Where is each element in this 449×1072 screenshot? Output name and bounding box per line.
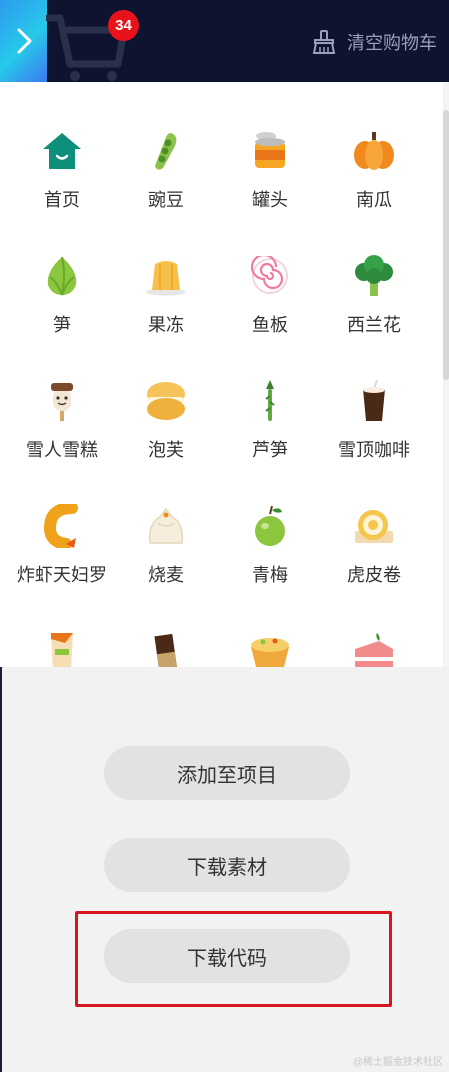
home-icon: [39, 128, 85, 174]
can-icon: [247, 128, 293, 174]
pea-icon: [143, 128, 189, 174]
product-item[interactable]: 泡芙: [114, 378, 218, 503]
product-label: 西兰花: [347, 315, 401, 335]
puff-icon: [143, 378, 189, 424]
chevron-right-icon: [17, 28, 31, 54]
bamboo-shoot-icon: [39, 253, 85, 299]
clear-cart-label: 清空购物车: [347, 33, 437, 53]
product-item[interactable]: [218, 628, 322, 667]
wrap-icon: [39, 628, 85, 667]
highlight-annotation-box: [75, 911, 392, 1007]
product-item[interactable]: 豌豆: [114, 128, 218, 253]
product-item[interactable]: 西兰花: [322, 253, 426, 378]
product-item[interactable]: 雪顶咖啡: [322, 378, 426, 503]
product-item[interactable]: [322, 628, 426, 667]
product-label: 烧麦: [148, 565, 184, 585]
product-label: 果冻: [148, 315, 184, 335]
product-label: 青梅: [252, 565, 288, 585]
product-label: 泡芙: [148, 440, 184, 460]
product-item[interactable]: 笋: [10, 253, 114, 378]
snowman-icecream-icon: [39, 378, 85, 424]
product-label: 鱼板: [252, 315, 288, 335]
product-label: 芦笋: [252, 440, 288, 460]
product-item[interactable]: 鱼板: [218, 253, 322, 378]
product-label: 笋: [53, 315, 71, 335]
watermark: @稀土掘金技术社区: [352, 1057, 443, 1068]
broccoli-icon: [351, 253, 397, 299]
scrollbar-thumb[interactable]: [443, 110, 449, 380]
broom-icon: [312, 30, 336, 54]
coffee-icon: [351, 378, 397, 424]
swiss-roll-icon: [351, 503, 397, 549]
fishcake-icon: [247, 253, 293, 299]
download-assets-button[interactable]: 下载素材: [104, 838, 350, 892]
product-label: 南瓜: [356, 190, 392, 210]
jelly-icon: [143, 253, 189, 299]
product-grid: 首页 豌豆 罐头 南瓜 笋 果冻 鱼板 西兰花 雪人雪糕 泡芙 芦笋 雪顶咖啡 …: [10, 128, 425, 667]
product-grid-panel: 首页 豌豆 罐头 南瓜 笋 果冻 鱼板 西兰花 雪人雪糕 泡芙 芦笋 雪顶咖啡 …: [0, 82, 449, 667]
add-to-project-button[interactable]: 添加至项目: [104, 746, 350, 800]
pumpkin-icon: [351, 128, 397, 174]
product-item[interactable]: 青梅: [218, 503, 322, 628]
cart-count-badge: 34: [108, 10, 139, 41]
product-item[interactable]: [114, 628, 218, 667]
product-item[interactable]: 雪人雪糕: [10, 378, 114, 503]
product-item[interactable]: 虎皮卷: [322, 503, 426, 628]
plum-icon: [247, 503, 293, 549]
tart-icon: [247, 628, 293, 667]
product-label: 雪人雪糕: [26, 440, 98, 460]
tempura-icon: [39, 503, 85, 549]
product-label: 豌豆: [148, 190, 184, 210]
product-item[interactable]: 果冻: [114, 253, 218, 378]
product-item[interactable]: 罐头: [218, 128, 322, 253]
shaomai-icon: [143, 503, 189, 549]
product-label: 雪顶咖啡: [338, 440, 410, 460]
expand-toggle-button[interactable]: [0, 0, 47, 82]
product-item[interactable]: 芦笋: [218, 378, 322, 503]
clear-cart-button[interactable]: 清空购物车: [311, 26, 437, 58]
product-item[interactable]: 炸虾天妇罗: [10, 503, 114, 628]
cake-icon: [351, 628, 397, 667]
asparagus-icon: [247, 378, 293, 424]
product-item[interactable]: 烧麦: [114, 503, 218, 628]
product-label: 炸虾天妇罗: [17, 565, 107, 585]
header-bar: 34 清空购物车: [0, 0, 449, 82]
chocolate-icon: [143, 628, 189, 667]
product-item[interactable]: [10, 628, 114, 667]
product-label: 首页: [44, 190, 80, 210]
product-label: 虎皮卷: [347, 565, 401, 585]
product-label: 罐头: [252, 190, 288, 210]
product-item[interactable]: 首页: [10, 128, 114, 253]
product-item[interactable]: 南瓜: [322, 128, 426, 253]
